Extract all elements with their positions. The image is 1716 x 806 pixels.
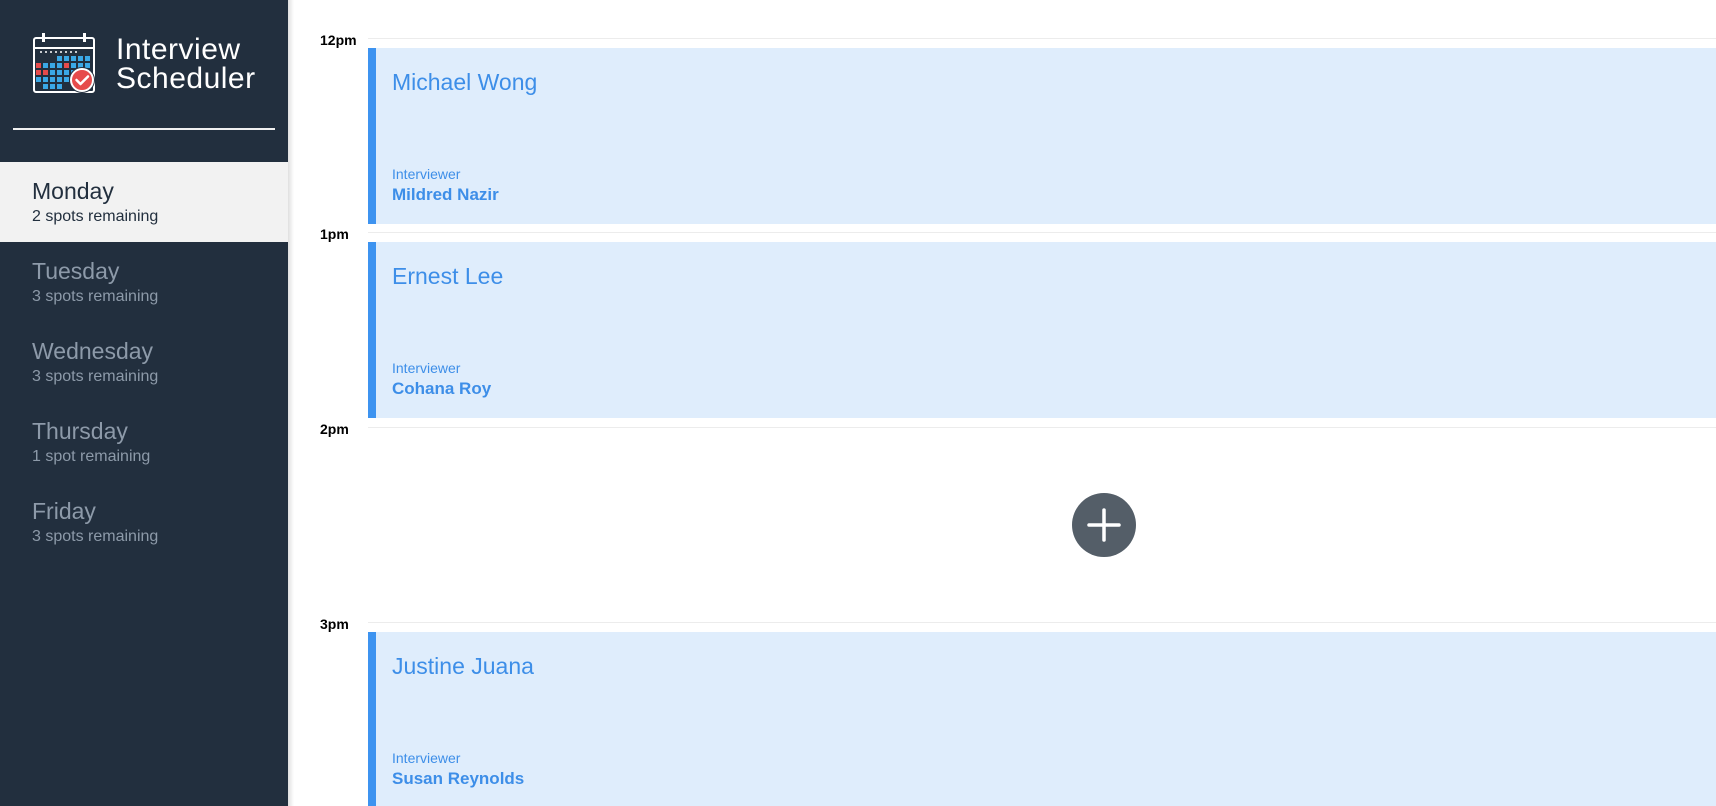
- slot-time: 2pm: [320, 421, 349, 437]
- day-item-friday[interactable]: Friday 3 spots remaining: [0, 482, 288, 562]
- slot-separator: [368, 427, 1716, 428]
- app: Interview Scheduler Monday 2 spots remai…: [0, 0, 1716, 806]
- time-slot-2pm: 2pm: [288, 389, 1716, 583]
- interviewer-label: Interviewer: [392, 750, 461, 766]
- day-name: Tuesday: [32, 258, 120, 284]
- day-spots: 3 spots remaining: [32, 528, 159, 545]
- time-slot-3pm: 3pm Justine Juana Interviewer Susan Reyn…: [288, 584, 1716, 806]
- slot-time: 3pm: [320, 616, 349, 632]
- add-appointment-button[interactable]: [1072, 493, 1136, 557]
- slot-separator: [368, 622, 1716, 623]
- interviewer-label: Interviewer: [392, 166, 461, 182]
- day-item-wednesday[interactable]: Wednesday 3 spots remaining: [0, 322, 288, 402]
- time-slot-1pm: 1pm Ernest Lee Interviewer Cohana Roy: [288, 194, 1716, 418]
- day-spots: 2 spots remaining: [32, 208, 159, 225]
- day-name: Monday: [32, 178, 114, 204]
- day-item-monday[interactable]: Monday 2 spots remaining: [0, 162, 288, 242]
- slot-separator: [368, 38, 1716, 39]
- day-item-tuesday[interactable]: Tuesday 3 spots remaining: [0, 242, 288, 322]
- day-spots: 3 spots remaining: [32, 288, 159, 305]
- appointment-card[interactable]: Justine Juana Interviewer Susan Reynolds: [368, 632, 1716, 806]
- app-title-line1: Interview: [116, 33, 241, 66]
- student-name: Justine Juana: [392, 653, 534, 679]
- app-title: Interview Scheduler: [116, 33, 256, 95]
- day-spots: 3 spots remaining: [32, 368, 159, 385]
- slot-time: 1pm: [320, 226, 349, 242]
- interviewer-name: Susan Reynolds: [392, 769, 525, 788]
- day-name: Friday: [32, 498, 96, 524]
- day-spots: 1 spot remaining: [32, 448, 151, 465]
- student-name: Michael Wong: [392, 69, 538, 95]
- day-item-thursday[interactable]: Thursday 1 spot remaining: [0, 402, 288, 482]
- slot-time: 12pm: [320, 32, 357, 48]
- sidebar-divider: [13, 128, 275, 130]
- app-title-line2: Scheduler: [116, 62, 256, 95]
- interviewer-label: Interviewer: [392, 360, 461, 376]
- day-list: Monday 2 spots remaining Tuesday 3 spots…: [0, 162, 288, 562]
- brand: Interview Scheduler: [32, 32, 256, 96]
- sidebar: Interview Scheduler Monday 2 spots remai…: [0, 0, 288, 806]
- student-name: Ernest Lee: [392, 263, 504, 289]
- day-name: Thursday: [32, 418, 128, 444]
- day-name: Wednesday: [32, 338, 154, 364]
- time-slot-12pm: 12pm Michael Wong Interviewer Mildred Na…: [288, 0, 1716, 224]
- slot-separator: [368, 232, 1716, 233]
- plus-icon: [1087, 508, 1121, 542]
- calendar-check-icon: [33, 33, 95, 93]
- schedule: 12pm Michael Wong Interviewer Mildred Na…: [288, 0, 1716, 806]
